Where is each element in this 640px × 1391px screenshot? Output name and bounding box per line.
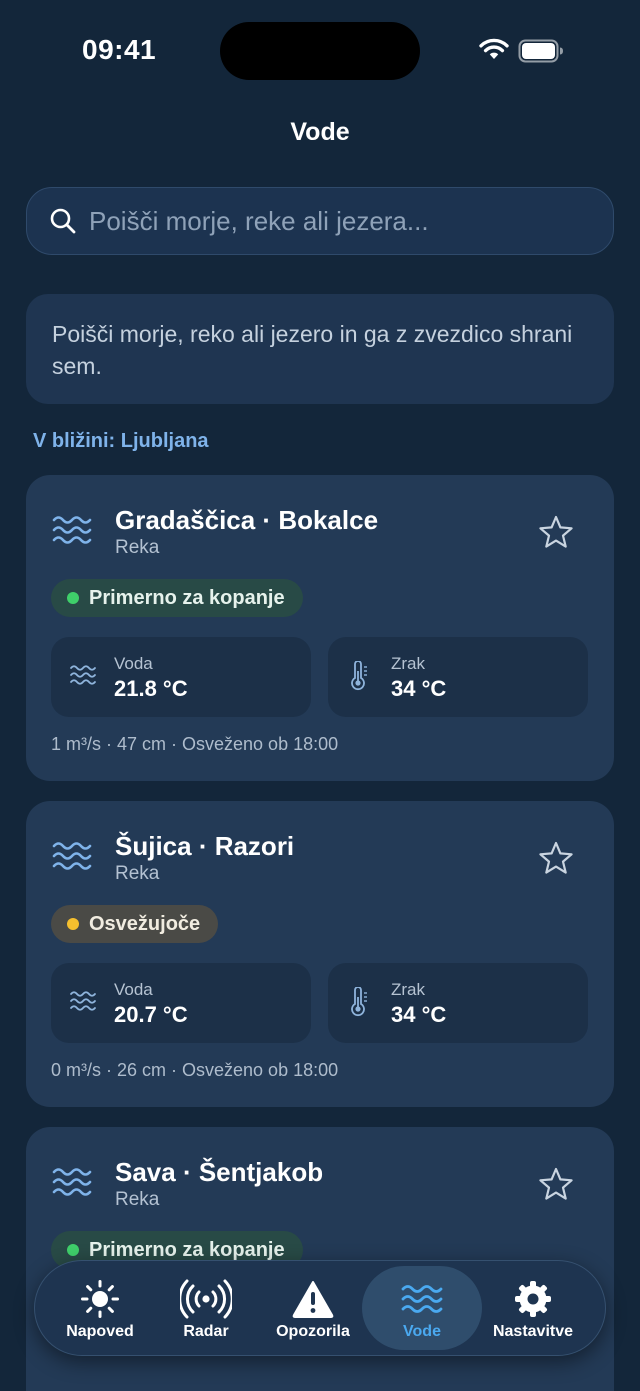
search-icon bbox=[50, 208, 76, 234]
status-dot bbox=[67, 918, 79, 930]
status-badge-label: Primerno za kopanje bbox=[89, 586, 285, 609]
thermometer-icon bbox=[351, 987, 367, 1017]
star-icon[interactable] bbox=[538, 515, 574, 549]
tab-opozorila[interactable]: Opozorila bbox=[257, 1261, 369, 1357]
tab-nastavitve[interactable]: Nastavitve bbox=[477, 1261, 589, 1357]
waves-icon bbox=[52, 1168, 92, 1196]
dynamic-island bbox=[220, 22, 420, 80]
tab-vode[interactable]: Vode bbox=[362, 1261, 482, 1357]
tab-bar: Napoved Radar Opozorila Vode Nastavitve bbox=[34, 1260, 606, 1356]
tab-label: Opozorila bbox=[276, 1323, 350, 1340]
water-temp-value: 20.7 °C bbox=[114, 1002, 188, 1027]
air-temp-tile: Zrak 34 °C bbox=[328, 637, 588, 717]
star-icon[interactable] bbox=[538, 841, 574, 875]
water-temp-value: 21.8 °C bbox=[114, 676, 188, 701]
air-temp-value: 34 °C bbox=[391, 676, 447, 701]
warning-icon bbox=[292, 1281, 334, 1318]
gear-icon bbox=[515, 1281, 551, 1317]
water-card[interactable]: Šujica · Razori Reka Osvežujoče Voda 20.… bbox=[26, 801, 614, 1107]
water-name: Šujica · Razori bbox=[115, 831, 295, 861]
waves-icon bbox=[70, 991, 96, 1011]
favorites-hint-card: Poišči morje, reko ali jezero in ga z zv… bbox=[26, 294, 614, 404]
water-temp-tile: Voda 21.8 °C bbox=[51, 637, 311, 717]
waves-icon bbox=[70, 665, 96, 685]
water-card[interactable]: Gradaščica · Bokalce Reka Primerno za ko… bbox=[26, 475, 614, 781]
water-temp-tile: Voda 20.7 °C bbox=[51, 963, 311, 1043]
water-type: Reka bbox=[115, 1189, 160, 1210]
status-badge-label: Primerno za kopanje bbox=[89, 1238, 285, 1261]
air-temp-tile: Zrak 34 °C bbox=[328, 963, 588, 1043]
status-bar: 09:41 bbox=[0, 0, 640, 100]
waves-icon bbox=[52, 516, 92, 544]
thermometer-icon bbox=[351, 661, 367, 691]
status-badge-label: Osvežujoče bbox=[89, 912, 201, 935]
status-badge: Osvežujoče bbox=[51, 905, 219, 943]
tab-radar[interactable]: Radar bbox=[150, 1261, 262, 1357]
status-time: 09:41 bbox=[82, 34, 157, 65]
search-placeholder: Poišči morje, reke ali jezera... bbox=[89, 205, 429, 236]
tab-napoved[interactable]: Napoved bbox=[44, 1261, 156, 1357]
water-temp-label: Voda bbox=[114, 980, 153, 999]
radar-icon bbox=[180, 1279, 232, 1319]
waves-icon bbox=[401, 1285, 443, 1313]
water-name: Gradaščica · Bokalce bbox=[115, 505, 379, 535]
favorites-hint-text: Poišči morje, reko ali jezero in ga z zv… bbox=[52, 321, 573, 379]
star-icon[interactable] bbox=[538, 1167, 574, 1201]
nearby-section-label: V bližini: Ljubljana bbox=[33, 430, 209, 452]
air-temp-label: Zrak bbox=[391, 654, 425, 673]
tab-label: Vode bbox=[403, 1323, 441, 1340]
water-type: Reka bbox=[115, 537, 160, 558]
status-dot bbox=[67, 1244, 79, 1256]
status-dot bbox=[67, 592, 79, 604]
waves-icon bbox=[52, 842, 92, 870]
tab-label: Nastavitve bbox=[492, 1323, 574, 1340]
water-type: Reka bbox=[115, 863, 160, 884]
measurement-footer: 0 m³/s · 26 cm · Osveženo ob 18:00 bbox=[51, 1060, 339, 1080]
status-badge: Primerno za kopanje bbox=[51, 579, 303, 617]
measurement-footer: 1 m³/s · 47 cm · Osveženo ob 18:00 bbox=[51, 734, 339, 754]
tab-label: Napoved bbox=[66, 1323, 134, 1340]
battery-icon bbox=[518, 39, 563, 63]
water-temp-label: Voda bbox=[114, 654, 153, 673]
page-title: Vode bbox=[290, 118, 350, 146]
sun-icon bbox=[81, 1280, 119, 1318]
air-temp-label: Zrak bbox=[391, 980, 425, 999]
water-name: Sava · Šentjakob bbox=[115, 1157, 324, 1187]
tab-label: Radar bbox=[183, 1323, 229, 1340]
search-input[interactable]: Poišči morje, reke ali jezera... bbox=[26, 187, 614, 255]
air-temp-value: 34 °C bbox=[391, 1002, 447, 1027]
wifi-icon bbox=[479, 38, 509, 59]
